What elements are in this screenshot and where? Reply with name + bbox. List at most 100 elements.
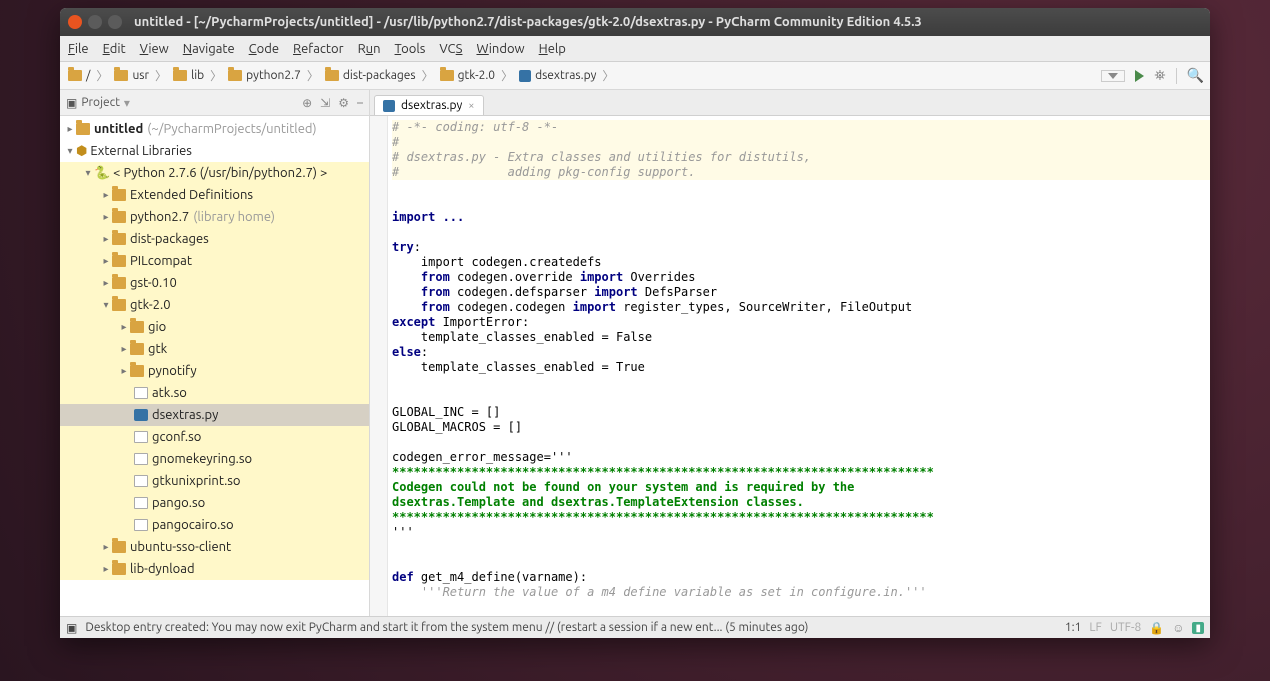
tree-py27[interactable]: python2.7: [130, 210, 189, 224]
hide-icon[interactable]: ⎯: [357, 96, 363, 110]
collapse-all-icon[interactable]: ⇲: [320, 96, 330, 110]
tree-atk[interactable]: atk.so: [152, 386, 187, 400]
run-config-dropdown[interactable]: [1101, 70, 1125, 82]
crumb-usr[interactable]: usr〉: [112, 67, 171, 84]
python-file-icon: [383, 100, 395, 112]
tree-extdef[interactable]: Extended Definitions: [130, 188, 253, 202]
folder-icon: [325, 70, 339, 81]
tree-pango[interactable]: pango.so: [152, 496, 205, 510]
folder-icon: [76, 123, 90, 135]
code-area[interactable]: # -*- coding: utf-8 -*- # # dsextras.py …: [370, 116, 1210, 616]
folder-icon: [440, 70, 454, 81]
tree-gst[interactable]: gst-0.10: [130, 276, 177, 290]
file-icon: [134, 453, 148, 465]
tree-dsextras[interactable]: dsextras.py: [152, 408, 218, 422]
encoding[interactable]: UTF-8: [1110, 621, 1141, 634]
project-sidebar: ▣ Project ▾ ⊕ ⇲ ⚙ ⎯ ▸untitled(~/PycharmP…: [60, 90, 370, 616]
lock-icon[interactable]: 🔒: [1149, 621, 1164, 635]
tree-ubuntu-sso[interactable]: ubuntu-sso-client: [130, 540, 231, 554]
run-icon[interactable]: [1135, 70, 1144, 82]
inspections-icon[interactable]: ☺: [1172, 621, 1184, 635]
cursor-position[interactable]: 1:1: [1065, 621, 1082, 634]
crumb-lib[interactable]: lib〉: [171, 67, 226, 84]
tree-pangocairo[interactable]: pangocairo.so: [152, 518, 234, 532]
folder-icon: [112, 211, 126, 223]
window: untitled - [~/PycharmProjects/untitled] …: [60, 8, 1210, 638]
menu-run[interactable]: Run: [358, 42, 381, 56]
crumb-gtk[interactable]: gtk-2.0〉: [438, 67, 517, 84]
folder-icon: [68, 70, 82, 81]
folder-icon: [112, 189, 126, 201]
file-icon: [134, 387, 148, 399]
crumb-root[interactable]: /〉: [66, 67, 112, 84]
menubar: File Edit View Navigate Code Refactor Ru…: [60, 36, 1210, 62]
statusbar: ▣ Desktop entry created: You may now exi…: [60, 616, 1210, 638]
crumb-python27[interactable]: python2.7〉: [226, 67, 323, 84]
folder-icon: [112, 541, 126, 553]
python-file-icon: [134, 409, 148, 421]
tree-external[interactable]: External Libraries: [90, 144, 192, 158]
folder-icon: [130, 321, 144, 333]
close-icon[interactable]: [68, 15, 82, 29]
chevron-down-icon: [1108, 73, 1118, 79]
menu-code[interactable]: Code: [249, 42, 279, 56]
folder-icon: [173, 70, 187, 81]
menu-vcs[interactable]: VCS: [439, 42, 462, 56]
menu-window[interactable]: Window: [476, 42, 524, 56]
titlebar[interactable]: untitled - [~/PycharmProjects/untitled] …: [60, 8, 1210, 36]
menu-tools[interactable]: Tools: [395, 42, 426, 56]
memory-indicator[interactable]: ▮: [1192, 622, 1204, 634]
scroll-to-source-icon[interactable]: ⊕: [302, 96, 312, 110]
status-message: Desktop entry created: You may now exit …: [85, 621, 1057, 634]
tab-dsextras[interactable]: dsextras.py ×: [374, 95, 484, 115]
menu-help[interactable]: Help: [539, 42, 566, 56]
search-icon[interactable]: 🔍: [1187, 67, 1204, 84]
debug-icon[interactable]: ⛯: [1154, 67, 1165, 84]
menu-view[interactable]: View: [140, 42, 169, 56]
maximize-icon[interactable]: [108, 15, 122, 29]
folder-icon: [112, 277, 126, 289]
file-icon: [134, 497, 148, 509]
library-icon: ⬢: [76, 144, 87, 159]
file-icon: [134, 475, 148, 487]
tab-label: dsextras.py: [401, 99, 462, 112]
tree-pil[interactable]: PILcompat: [130, 254, 192, 268]
tree-gconf[interactable]: gconf.so: [152, 430, 201, 444]
sidebar-title: Project: [81, 96, 120, 109]
settings-icon[interactable]: ⚙: [338, 96, 349, 110]
tree-libdynload[interactable]: lib-dynload: [130, 562, 195, 576]
project-tree[interactable]: ▸untitled(~/PycharmProjects/untitled) ▾⬢…: [60, 116, 369, 616]
folder-icon: [112, 563, 126, 575]
status-icon: ▣: [66, 621, 77, 635]
tree-gnomekeyring[interactable]: gnomekeyring.so: [152, 452, 252, 466]
folder-icon: [112, 255, 126, 267]
menu-refactor[interactable]: Refactor: [293, 42, 344, 56]
line-separator[interactable]: LF: [1089, 621, 1101, 634]
crumb-dist[interactable]: dist-packages〉: [323, 67, 438, 84]
tree-gtksub[interactable]: gtk: [148, 342, 167, 356]
tree-gio[interactable]: gio: [148, 320, 166, 334]
sidebar-header: ▣ Project ▾ ⊕ ⇲ ⚙ ⎯: [60, 90, 369, 116]
menu-file[interactable]: File: [68, 42, 89, 56]
tree-project[interactable]: untitled: [94, 122, 143, 136]
tree-gtkunixprint[interactable]: gtkunixprint.so: [152, 474, 241, 488]
menu-edit[interactable]: Edit: [103, 42, 126, 56]
tree-python[interactable]: < Python 2.7.6 (/usr/bin/python2.7) >: [113, 166, 327, 180]
python-icon: 🐍: [94, 166, 110, 181]
python-file-icon: [519, 70, 531, 82]
crumb-file[interactable]: dsextras.py〉: [517, 67, 618, 84]
tree-gtk[interactable]: gtk-2.0: [130, 298, 171, 312]
minimize-icon[interactable]: [88, 15, 102, 29]
folder-icon: [114, 70, 128, 81]
menu-navigate[interactable]: Navigate: [183, 42, 235, 56]
folder-icon: [130, 343, 144, 355]
file-icon: [134, 431, 148, 443]
tree-pynotify[interactable]: pynotify: [148, 364, 197, 378]
editor-tabs: dsextras.py ×: [370, 90, 1210, 116]
tree-dist[interactable]: dist-packages: [130, 232, 209, 246]
folder-icon: [112, 233, 126, 245]
folder-icon: [228, 70, 242, 81]
close-tab-icon[interactable]: ×: [468, 100, 474, 112]
window-title: untitled - [~/PycharmProjects/untitled] …: [134, 15, 922, 29]
folder-icon: [130, 365, 144, 377]
